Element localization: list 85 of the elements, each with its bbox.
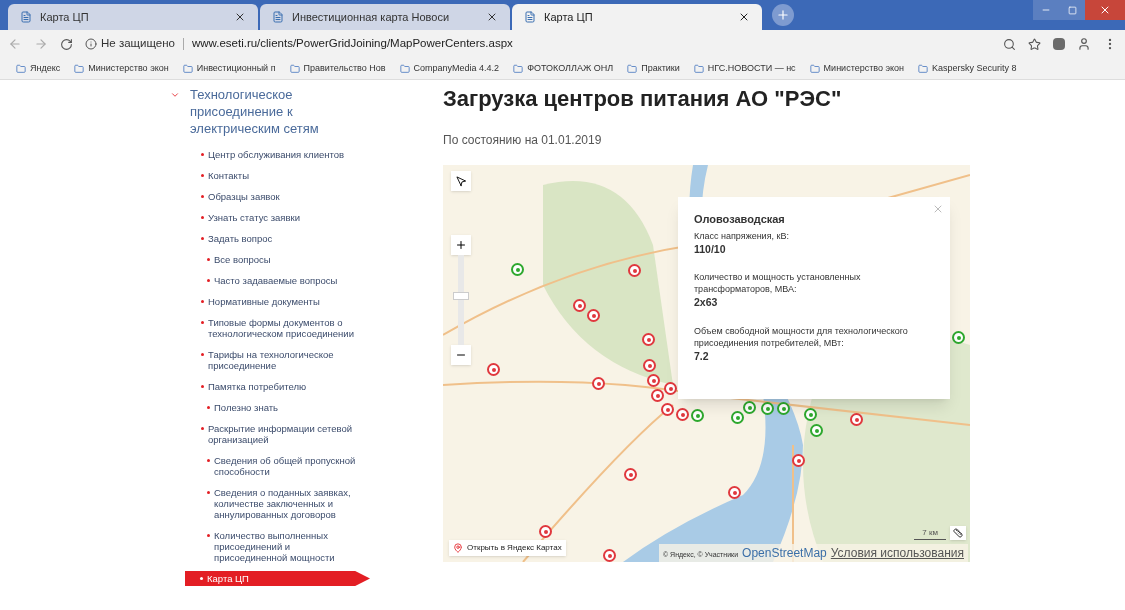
search-icon[interactable]: [1003, 37, 1016, 51]
security-label: Не защищено: [101, 36, 175, 52]
url-text: www.eseti.ru/clients/PowerGridJoining/MapPowerCenters.aspx: [191, 36, 513, 52]
extension-icon[interactable]: [1053, 38, 1065, 50]
reload-icon[interactable]: [60, 37, 73, 51]
profile-icon[interactable]: [1077, 37, 1091, 51]
bookmark[interactable]: НГС.НОВОСТИ — нс: [693, 61, 796, 76]
sidebar-item[interactable]: Полезно знать: [185, 400, 443, 415]
arrow-icon: [455, 175, 467, 187]
sidebar-item[interactable]: Часто задаваемые вопросы: [185, 273, 443, 288]
maximize-icon: [1067, 5, 1077, 15]
sidebar-item[interactable]: Памятка потребителю: [185, 379, 443, 394]
sidebar-item[interactable]: Сведения о поданных заявках, количестве заключенных и аннулированных договоров: [185, 485, 443, 522]
zoom-in-button[interactable]: [451, 235, 471, 255]
tab-title: Инвестиционная карта Новоси: [292, 9, 451, 25]
sidebar-section[interactable]: Технологическое присоединение к электрическим сетям: [170, 86, 443, 137]
plus-icon: [776, 8, 790, 22]
bookmark[interactable]: Министерство экон: [809, 61, 905, 76]
bookmark[interactable]: Яндекс: [16, 61, 61, 76]
folder-icon: [693, 63, 704, 74]
bookmark[interactable]: Kaspersky Security 8: [918, 61, 1017, 76]
folder-icon: [809, 63, 820, 74]
zoom-thumb[interactable]: [453, 291, 469, 300]
bookmark[interactable]: CompanyMedia 4.4.2: [399, 61, 500, 76]
folder-icon: [513, 63, 524, 74]
terms-link[interactable]: Условия использования: [830, 544, 964, 562]
folder-icon: [16, 63, 26, 74]
sidebar-item[interactable]: Задать вопрос: [185, 231, 443, 246]
tab-title: Карта ЦП: [40, 9, 90, 25]
sidebar-item[interactable]: Образцы заявок: [185, 189, 443, 204]
star-icon[interactable]: [1028, 37, 1041, 51]
field-label: Количество и мощность установленных трансформаторов, МВА:: [694, 271, 862, 296]
chevron-icon: [170, 90, 180, 100]
folder-icon: [74, 63, 85, 74]
open-in-maps-button[interactable]: Открыть в Яндекс Картах: [449, 540, 566, 556]
sidebar-item[interactable]: Типовые формы документов о технологическом присоединении: [185, 315, 443, 341]
bookmark[interactable]: Инвестиционный п: [182, 61, 276, 76]
ruler-button[interactable]: [950, 526, 966, 540]
folder-icon: [182, 63, 193, 74]
page-icon: [20, 11, 32, 23]
close-icon[interactable]: [738, 11, 750, 23]
info-icon[interactable]: [85, 38, 97, 50]
plus-icon: [455, 239, 467, 251]
field-value: 110/10: [694, 241, 727, 257]
sidebar-item[interactable]: Количество выполненных присоединений и присоединенной мощности: [185, 528, 443, 565]
sidebar-item[interactable]: Раскрытие информации сетевой организацией: [185, 421, 443, 447]
osm-link[interactable]: OpenStreetMap: [742, 544, 827, 562]
new-tab-button[interactable]: [772, 4, 794, 26]
sidebar-item[interactable]: Центр обслуживания клиентов: [185, 147, 443, 162]
browser-tab[interactable]: Карта ЦП: [512, 4, 762, 30]
close-icon[interactable]: [486, 11, 498, 23]
ruler-icon: [953, 528, 963, 538]
bookmark[interactable]: Практики: [627, 61, 680, 76]
folder-icon: [918, 63, 929, 74]
locate-button[interactable]: [451, 171, 471, 191]
close-icon[interactable]: [234, 11, 246, 23]
field-label: Объем свободной мощности для технологического присоединения потребителей, МВт:: [694, 325, 909, 349]
sidebar-item[interactable]: Нормативные документы: [185, 294, 443, 309]
sidebar-item[interactable]: Контакты: [185, 168, 443, 183]
tab-title: Карта ЦП: [544, 9, 594, 25]
browser-tab[interactable]: Карта ЦП: [8, 4, 258, 30]
sidebar-item[interactable]: Тарифы на технологическое присоединение: [185, 347, 443, 373]
folder-icon: [399, 63, 410, 74]
sidebar-item[interactable]: Карта ЦП: [185, 571, 370, 586]
browser-tab[interactable]: Инвестиционная карта Новоси: [260, 4, 510, 30]
popup-title: Оловозаводская: [694, 212, 786, 227]
date-text: По состоянию на 01.01.2019: [443, 132, 603, 149]
folder-icon: [289, 63, 300, 74]
page-icon: [524, 11, 536, 23]
zoom-out-button[interactable]: [451, 345, 471, 365]
scale-label: 7 км: [914, 526, 946, 540]
sidebar-item[interactable]: Все вопросы: [185, 252, 443, 267]
pin-icon: [453, 543, 463, 553]
sidebar-item[interactable]: Сведения об общей пропускной способности: [185, 453, 443, 479]
page-icon: [272, 11, 284, 23]
page-title: Загрузка центров питания АО "РЭС": [443, 85, 843, 113]
bookmark[interactable]: Министерство экон: [74, 61, 169, 76]
bookmark[interactable]: ФОТОКОЛЛАЖ ОНЛ: [513, 61, 614, 76]
close-icon: [1099, 4, 1111, 16]
bookmark[interactable]: Правительство Нов: [289, 61, 386, 76]
folder-icon: [627, 63, 638, 74]
field-label: Класс напряжения, кВ:: [694, 229, 790, 242]
field-value: 7.2: [694, 349, 710, 364]
sidebar-item[interactable]: Узнать статус заявки: [185, 210, 443, 225]
field-value: 2x63: [694, 295, 719, 311]
